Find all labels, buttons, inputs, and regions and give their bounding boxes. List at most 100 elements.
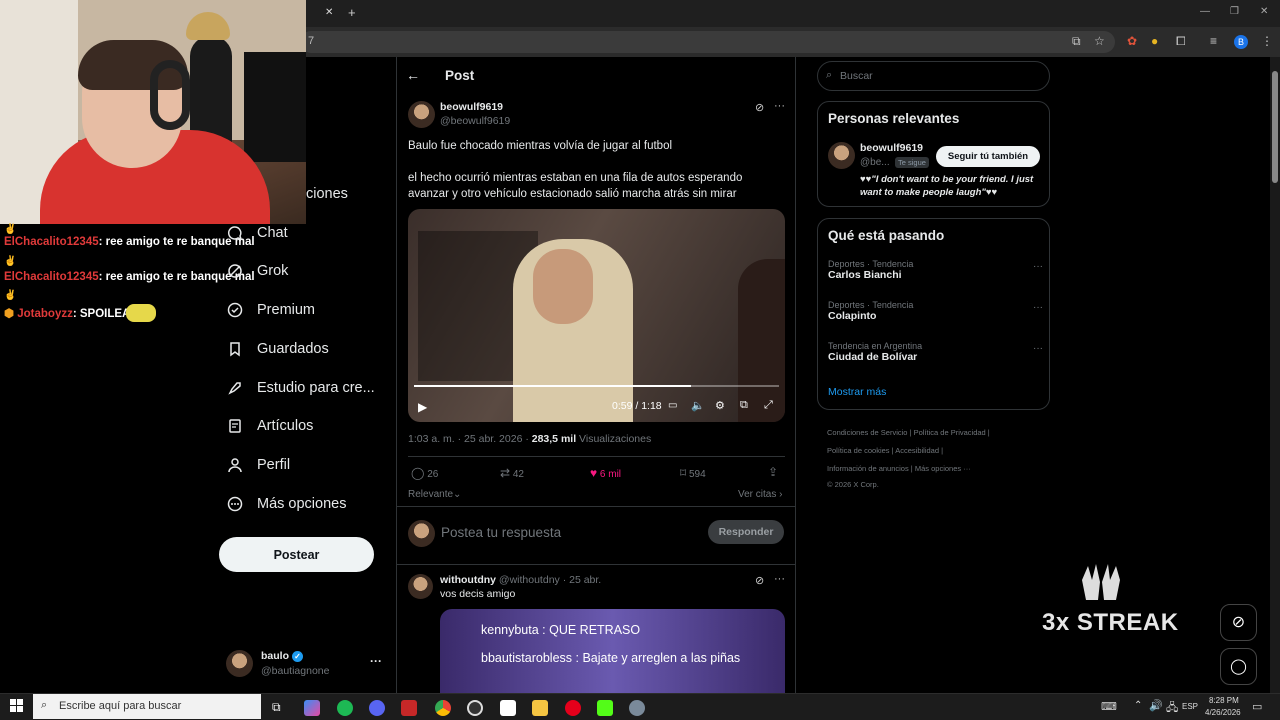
reply-button[interactable]: Responder — [708, 520, 784, 544]
obs-icon[interactable] — [467, 700, 483, 716]
volume-icon[interactable]: 🔈 — [691, 399, 705, 412]
discord-icon[interactable] — [369, 700, 385, 716]
nav-item-chat[interactable]: Chat — [226, 221, 288, 245]
file-explorer-icon[interactable] — [532, 700, 548, 716]
footer-link[interactable]: Política de cookies — [827, 446, 890, 455]
nav-item-articles[interactable]: Artículos — [226, 414, 313, 438]
nav-item-more[interactable]: Más opciones — [226, 492, 346, 516]
post-more-icon[interactable]: ··· — [774, 100, 785, 112]
search-input[interactable]: Buscar — [840, 70, 873, 82]
play-icon[interactable]: ▶ — [418, 400, 427, 414]
install-app-icon[interactable]: ⧉ — [1072, 34, 1081, 49]
opera-icon[interactable] — [565, 700, 581, 716]
streaming-app-icon[interactable] — [401, 700, 417, 716]
show-more-link[interactable]: Mostrar más — [828, 386, 886, 398]
clock-date[interactable]: 4/26/2026 — [1205, 708, 1241, 717]
trend-item[interactable]: Deportes · Tendencia Colapinto ··· — [828, 300, 1043, 330]
profile-avatar[interactable]: B — [1234, 35, 1248, 49]
video-player[interactable]: ▶ 0:59 / 1:18 ▭ 🔈 ⚙ ⧉ ⤢ — [408, 209, 785, 422]
game-icon[interactable] — [629, 700, 645, 716]
address-bar[interactable]: 7 — [300, 31, 1115, 53]
minimize-button[interactable]: — — [1200, 6, 1210, 17]
tray-chevron-icon[interactable]: ⌃ — [1134, 700, 1142, 711]
trend-more-icon[interactable]: ··· — [1033, 302, 1043, 313]
browser-menu-icon[interactable]: ⋮ — [1261, 34, 1273, 48]
scrollbar-thumb[interactable] — [1272, 71, 1278, 183]
nav-item-bookmarks[interactable]: Guardados — [226, 337, 329, 361]
tab-close-button[interactable]: ✕ — [325, 7, 333, 18]
grok-float-button[interactable]: ⊘ — [1220, 604, 1257, 641]
copilot-icon[interactable] — [304, 700, 320, 716]
windows-start-icon[interactable] — [10, 699, 23, 712]
video-progress-track[interactable] — [414, 385, 779, 387]
author-name[interactable]: beowulf9619 — [440, 101, 503, 113]
reply-more-icon[interactable]: ··· — [774, 573, 785, 585]
app-icon[interactable] — [500, 700, 516, 716]
kick-icon[interactable] — [597, 700, 613, 716]
grok-icon[interactable]: ⊘ — [755, 574, 764, 587]
page-scrollbar[interactable] — [1270, 57, 1280, 693]
chrome-icon[interactable] — [435, 700, 451, 716]
account-more-icon[interactable]: ··· — [370, 654, 382, 668]
messages-float-button[interactable]: ◯ — [1220, 648, 1257, 685]
nav-item-premium[interactable]: Premium — [226, 298, 315, 322]
bookmark-star-icon[interactable]: ☆ — [1094, 34, 1105, 48]
trend-item[interactable]: Tendencia en Argentina Ciudad de Bolívar… — [828, 341, 1043, 371]
taskbar-search-input[interactable]: ⌕ Escribe aquí para buscar — [33, 694, 261, 719]
captions-icon[interactable]: ▭ — [668, 400, 677, 411]
footer-link[interactable]: Política de Privacidad — [914, 428, 986, 437]
view-quotes-link[interactable]: Ver citas › — [738, 489, 782, 500]
extension-color-icon[interactable]: ● — [1151, 34, 1158, 48]
network-icon[interactable]: 🖧 — [1166, 699, 1178, 718]
account-switcher[interactable]: baulo ✓ @bautiagnone ··· — [226, 648, 386, 680]
nav-partial-label[interactable]: ciones — [306, 186, 348, 202]
trend-more-icon[interactable]: ··· — [1033, 343, 1043, 354]
media-control-icon[interactable]: ≡ — [1210, 34, 1217, 48]
avatar[interactable] — [408, 101, 435, 128]
like-action[interactable]: ♥ 6 mil — [590, 466, 621, 480]
bookmark-action[interactable]: ⌑ 594 — [680, 466, 706, 480]
footer-link[interactable]: Condiciones de Servicio — [827, 428, 907, 437]
nav-item-grok[interactable]: Grok — [226, 259, 288, 283]
close-window-button[interactable]: ✕ — [1260, 6, 1268, 17]
maximize-button[interactable]: ❐ — [1230, 6, 1239, 17]
avatar[interactable] — [408, 574, 433, 599]
repost-action[interactable]: ⇄ 42 — [500, 466, 524, 480]
trend-more-icon[interactable]: ··· — [1033, 261, 1043, 272]
footer-link[interactable]: Información de anuncios — [827, 464, 909, 473]
grok-icon[interactable]: ⊘ — [755, 101, 764, 114]
nav-item-profile[interactable]: Perfil — [226, 453, 290, 477]
reply-image[interactable]: kennybuta : QUE RETRASO bbautistarobless… — [440, 609, 785, 693]
follow-button[interactable]: Seguir tú también — [936, 146, 1040, 167]
pip-icon[interactable]: ⧉ — [740, 399, 748, 412]
reply-input[interactable]: Postea tu respuesta — [441, 525, 561, 540]
volume-icon[interactable]: 🔊 — [1149, 699, 1163, 712]
post-button[interactable]: Postear — [219, 537, 374, 572]
extensions-puzzle-icon[interactable]: ⧠ — [1176, 34, 1186, 49]
post-text: el hecho ocurrió mientras estaban en una… — [408, 172, 743, 200]
new-tab-button[interactable]: + — [348, 5, 356, 20]
fullscreen-icon[interactable]: ⤢ — [764, 399, 773, 412]
keyboard-icon[interactable]: ⌨ — [1101, 700, 1117, 713]
avatar[interactable] — [828, 142, 855, 169]
reply-action[interactable]: ◯ 26 — [411, 466, 438, 480]
settings-icon[interactable]: ⚙ — [715, 399, 725, 412]
language-indicator[interactable]: ESP — [1182, 702, 1198, 711]
nav-item-creator-studio[interactable]: Estudio para cre... — [226, 376, 375, 400]
search-box[interactable]: ⌕ Buscar — [817, 61, 1050, 91]
clock-time[interactable]: 8:28 PM — [1209, 696, 1239, 705]
relevant-name[interactable]: beowulf9619 — [860, 142, 923, 154]
relevant-handle[interactable]: @be... — [860, 157, 890, 168]
reply-author[interactable]: withoutdny @withoutdny · 25 abr. — [440, 574, 601, 586]
trend-item[interactable]: Deportes · Tendencia Carlos Bianchi ··· — [828, 259, 1043, 289]
share-icon[interactable]: ⇪ — [768, 465, 778, 479]
spotify-icon[interactable] — [337, 700, 353, 716]
footer-link[interactable]: Más opciones ··· — [915, 464, 971, 473]
notifications-icon[interactable]: ▭ — [1252, 700, 1262, 713]
footer-link[interactable]: Accesibilidad — [895, 446, 939, 455]
task-view-icon[interactable]: ⧉ — [272, 700, 281, 715]
extension-icon[interactable]: ✿ — [1127, 34, 1137, 48]
author-handle[interactable]: @beowulf9619 — [440, 115, 510, 127]
back-arrow-icon[interactable]: ← — [406, 67, 420, 83]
sort-dropdown[interactable]: Relevante⌄ — [408, 489, 461, 500]
